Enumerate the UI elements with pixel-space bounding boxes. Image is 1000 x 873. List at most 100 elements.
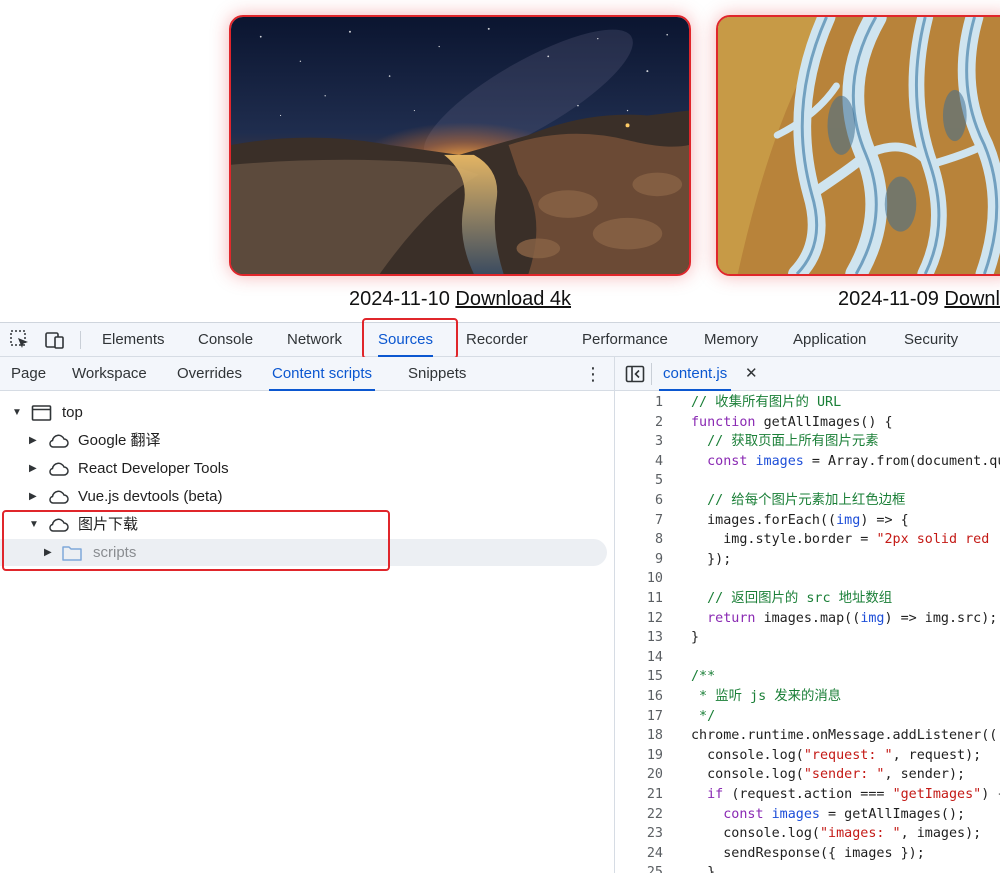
- code-line: 4 const images = Array.from(document.qu: [615, 452, 1000, 472]
- code-area[interactable]: 1 // 收集所有图片的 URL 2 function getAllImages() …: [615, 391, 1000, 873]
- navigator-subtabs: Page Workspace Overrides Content scripts…: [0, 357, 614, 391]
- code-line: 1 // 收集所有图片的 URL: [615, 393, 1000, 413]
- expand-arrow-icon[interactable]: ▶: [29, 455, 41, 483]
- tab-console[interactable]: Console: [198, 323, 253, 357]
- line-number[interactable]: 6: [615, 491, 663, 511]
- code-line: 5: [615, 471, 1000, 491]
- tab-network[interactable]: Network: [287, 323, 342, 357]
- code-text: });: [691, 551, 732, 567]
- tree-item-vue-devtools[interactable]: ▶ Vue.js devtools (beta): [0, 483, 614, 511]
- tab-recorder[interactable]: Recorder: [466, 323, 528, 357]
- expand-arrow-icon[interactable]: ▶: [29, 427, 41, 455]
- file-tab-content-js[interactable]: content.js: [658, 357, 732, 391]
- line-number[interactable]: 22: [615, 805, 663, 825]
- line-number[interactable]: 25: [615, 863, 663, 873]
- code-line: 3 // 获取页面上所有图片元素: [615, 432, 1000, 452]
- expand-arrow-icon[interactable]: ▼: [12, 399, 24, 427]
- sources-tab-highlight: [362, 318, 458, 359]
- photo-milky-way-river[interactable]: [229, 15, 691, 276]
- tree-label: top: [62, 404, 83, 421]
- code-line: 20 console.log("sender: ", sender);: [615, 765, 1000, 785]
- subtab-overrides[interactable]: Overrides: [177, 357, 242, 391]
- line-number[interactable]: 23: [615, 824, 663, 844]
- close-tab-icon[interactable]: ✕: [745, 357, 758, 391]
- code-line: 21 if (request.action === "getImages") {: [615, 785, 1000, 805]
- tree-label: Google 翻译: [78, 432, 161, 449]
- tree-item-top[interactable]: ▼ top: [0, 399, 614, 427]
- line-number[interactable]: 10: [615, 569, 663, 589]
- code-line: 17 */: [615, 707, 1000, 727]
- toolbar-divider: [80, 331, 81, 349]
- line-number[interactable]: 20: [615, 765, 663, 785]
- download-4k-link[interactable]: Download 4k: [455, 288, 571, 310]
- date-label: 2024-11-10: [349, 288, 450, 310]
- code-editor-pane: content.js ✕ 1 // 收集所有图片的 URL 2 function ge…: [614, 357, 1000, 873]
- tab-memory[interactable]: Memory: [704, 323, 758, 357]
- code-line: 24 sendResponse({ images });: [615, 844, 1000, 864]
- line-number[interactable]: 14: [615, 648, 663, 668]
- inspect-element-icon[interactable]: [9, 329, 31, 351]
- device-toolbar-icon[interactable]: [44, 329, 66, 351]
- subtab-workspace[interactable]: Workspace: [72, 357, 147, 391]
- code-text: const images = getAllImages();: [723, 806, 966, 822]
- line-number[interactable]: 2: [615, 413, 663, 433]
- line-number[interactable]: 19: [615, 746, 663, 766]
- date-label: 2024-11-09: [838, 288, 939, 310]
- line-number[interactable]: 13: [615, 628, 663, 648]
- code-text: /**: [691, 669, 716, 685]
- code-text: // 返回图片的 src 地址数组: [707, 591, 893, 606]
- code-line: 12 return images.map((img) => img.src);: [615, 609, 1000, 629]
- more-options-icon[interactable]: ⋮: [584, 364, 602, 384]
- editor-tabbar: content.js ✕: [615, 357, 1000, 391]
- code-text: if (request.action === "getImages") {: [707, 787, 1000, 802]
- line-number[interactable]: 7: [615, 511, 663, 531]
- code-line: 6 // 给每个图片元素加上红色边框: [615, 491, 1000, 511]
- cloud-icon: [47, 432, 69, 450]
- code-text: console.log("request: ", request);: [691, 747, 982, 763]
- code-line: 10: [615, 569, 1000, 589]
- tab-elements[interactable]: Elements: [102, 323, 165, 357]
- subtab-snippets[interactable]: Snippets: [408, 357, 466, 391]
- code-text: console.log("sender: ", sender);: [691, 767, 966, 783]
- line-number[interactable]: 11: [615, 589, 663, 609]
- line-number[interactable]: 5: [615, 471, 663, 491]
- download-4k-link[interactable]: Download 4k: [944, 288, 1000, 310]
- line-number[interactable]: 3: [615, 432, 663, 452]
- code-line: 14: [615, 648, 1000, 668]
- tab-application[interactable]: Application: [793, 323, 866, 357]
- screen: 2024-11-10 Download 4k 2024-11-09 Downlo…: [0, 0, 1000, 873]
- line-number[interactable]: 16: [615, 687, 663, 707]
- caption-card-2: 2024-11-09 Download 4k: [838, 288, 1000, 311]
- tab-security[interactable]: Security: [904, 323, 958, 357]
- code-text: const images = Array.from(document.qu: [707, 453, 1000, 469]
- line-number[interactable]: 15: [615, 667, 663, 687]
- code-text: img.style.border = "2px solid red: [691, 532, 990, 548]
- code-line: 23 console.log("images: ", images);: [615, 824, 1000, 844]
- code-line: 8 img.style.border = "2px solid red: [615, 530, 1000, 550]
- tree-item-react-devtools[interactable]: ▶ React Developer Tools: [0, 455, 614, 483]
- code-line: 11 // 返回图片的 src 地址数组: [615, 589, 1000, 609]
- code-line: 9 });: [615, 550, 1000, 570]
- line-number[interactable]: 1: [615, 393, 663, 413]
- tree-item-google-translate[interactable]: ▶ Google 翻译: [0, 427, 614, 455]
- line-number[interactable]: 4: [615, 452, 663, 472]
- line-number[interactable]: 8: [615, 530, 663, 550]
- subtab-content-scripts[interactable]: Content scripts: [268, 357, 376, 391]
- line-number[interactable]: 9: [615, 550, 663, 570]
- code-line: 13}: [615, 628, 1000, 648]
- photo-braided-river-aerial[interactable]: [716, 15, 1000, 276]
- expand-arrow-icon[interactable]: ▶: [29, 483, 41, 511]
- line-number[interactable]: 24: [615, 844, 663, 864]
- code-line: 7 images.forEach((img) => {: [615, 511, 1000, 531]
- subtab-page[interactable]: Page: [11, 357, 46, 391]
- toggle-navigator-icon[interactable]: [625, 365, 645, 383]
- code-line: 19 console.log("request: ", request);: [615, 746, 1000, 766]
- tab-performance[interactable]: Performance: [582, 323, 668, 357]
- line-number[interactable]: 17: [615, 707, 663, 727]
- cloud-icon: [47, 488, 69, 506]
- line-number[interactable]: 18: [615, 726, 663, 746]
- line-number[interactable]: 21: [615, 785, 663, 805]
- code-line: 18 chrome.runtime.onMessage.addListener((: [615, 726, 1000, 746]
- code-text: sendResponse({ images });: [691, 845, 925, 861]
- line-number[interactable]: 12: [615, 609, 663, 629]
